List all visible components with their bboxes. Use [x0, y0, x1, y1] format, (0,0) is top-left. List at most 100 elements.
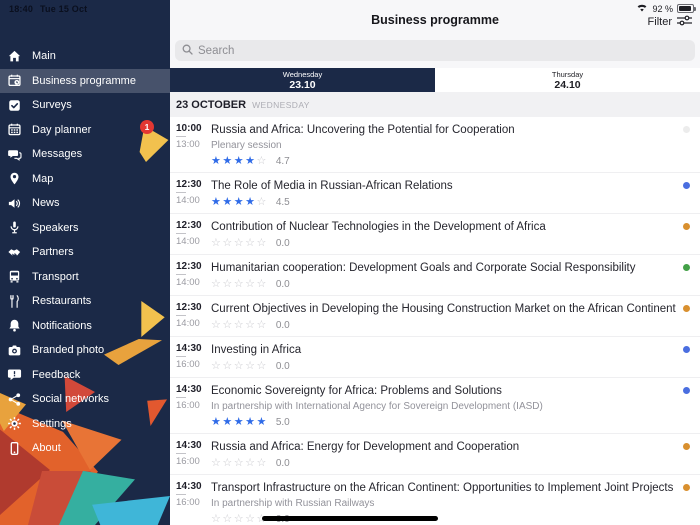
tab-date-label: 23.10 [289, 78, 316, 91]
session-start-time: 12:30 [176, 302, 202, 313]
decor-red-triangle [28, 471, 91, 525]
sidebar-item-label: Settings [32, 417, 72, 430]
rating-value: 4.7 [275, 155, 290, 167]
session-end-time: 13:00 [176, 139, 200, 150]
filter-sliders-icon [677, 14, 692, 30]
sidebar-item-settings[interactable]: Settings [0, 412, 170, 437]
branded-photo-icon [6, 342, 22, 358]
session-title: Investing in Africa [211, 344, 302, 356]
session-row[interactable]: 14:30 16:00 Russia and Africa: Energy fo… [170, 434, 700, 475]
search-input[interactable] [198, 44, 688, 57]
search-icon [182, 42, 193, 60]
time-range-dash [176, 356, 186, 357]
sidebar-item-messages[interactable]: Messages [0, 142, 170, 167]
sidebar-item-business-programme[interactable]: Business programme [0, 68, 170, 93]
sidebar-item-news[interactable]: News [0, 191, 170, 216]
sidebar-item-main[interactable]: Main [0, 44, 170, 69]
decor-teal-triangle [59, 470, 135, 525]
session-row[interactable]: 12:30 14:00 Current Objectives in Develo… [170, 296, 700, 337]
home-indicator[interactable] [262, 516, 438, 521]
session-rating[interactable]: ☆☆☆☆☆ 0.0 [211, 237, 676, 249]
session-title: Humanitarian cooperation: Development Go… [211, 262, 636, 274]
sidebar-item-label: Speakers [32, 221, 79, 234]
session-end-time: 14:00 [176, 195, 200, 206]
rating-stars-empty: ☆☆☆☆☆ [211, 360, 268, 372]
search-bar[interactable] [175, 40, 695, 61]
sidebar-item-label: News [32, 197, 60, 210]
session-list: 10:00 13:00 Russia and Africa: Uncoverin… [170, 117, 700, 525]
session-start-time: 14:30 [176, 440, 202, 451]
session-rating[interactable]: ☆☆☆☆☆ 0.0 [211, 278, 676, 290]
filter-button[interactable]: Filter [648, 14, 692, 30]
rating-stars-empty: ☆ [256, 196, 268, 208]
rating-stars-filled: ★★★★ [211, 196, 257, 208]
session-row[interactable]: 12:30 14:00 Humanitarian cooperation: De… [170, 255, 700, 296]
tab-wednesday[interactable]: Wednesday 23.10 [170, 68, 435, 92]
rating-value: 0.0 [275, 319, 290, 331]
sidebar-item-label: Surveys [32, 99, 72, 112]
session-rating[interactable]: ☆☆☆☆☆ 0.0 [211, 360, 676, 372]
sidebar-item-partners[interactable]: Partners [0, 240, 170, 265]
session-rating[interactable]: ☆☆☆☆☆ 0.0 [211, 457, 676, 469]
session-rating[interactable]: ☆☆☆☆☆ 0.0 [211, 319, 676, 331]
sidebar-item-restaurants[interactable]: Restaurants [0, 289, 170, 314]
sidebar-item-map[interactable]: Map [0, 167, 170, 192]
sidebar-item-day-planner[interactable]: Day planner 1 [0, 118, 170, 143]
sidebar-item-label: Restaurants [32, 295, 92, 308]
sidebar-item-transport[interactable]: Transport [0, 265, 170, 290]
date-tabs: Wednesday 23.10 Thursday 24.10 [170, 68, 700, 92]
session-end-time: 14:00 [176, 277, 200, 288]
session-status-dot [683, 223, 690, 230]
sidebar: 18:40 Tue 15 Oct Main Business programme … [0, 0, 170, 525]
time-range-dash [176, 315, 186, 316]
tab-thursday[interactable]: Thursday 24.10 [435, 68, 700, 92]
sidebar-item-feedback[interactable]: Feedback [0, 363, 170, 388]
session-start-time: 12:30 [176, 179, 202, 190]
session-title: Contribution of Nuclear Technologies in … [211, 221, 546, 233]
settings-icon [6, 416, 22, 432]
rating-value: 4.5 [275, 196, 290, 208]
time-range-dash [176, 453, 186, 454]
rating-stars-empty: ☆☆☆☆☆ [211, 457, 268, 469]
session-row[interactable]: 14:30 16:00 Investing in Africa ☆☆☆☆☆ 0.… [170, 337, 700, 378]
tab-day-label: Wednesday [282, 69, 323, 79]
sidebar-item-label: Social networks [32, 393, 110, 406]
session-title: The Role of Media in Russian-African Rel… [211, 180, 453, 192]
rating-value: 0.0 [275, 457, 290, 469]
status-bar-left: 18:40 Tue 15 Oct [9, 4, 94, 14]
session-end-time: 16:00 [176, 497, 200, 508]
status-date: Tue 15 Oct [40, 4, 88, 14]
sidebar-item-label: Messages [32, 148, 83, 161]
top-bar: 92 % Business programme Filter [170, 0, 700, 68]
session-status-dot [683, 443, 690, 450]
session-rating[interactable]: ★★★★ ☆ 4.7 [211, 155, 676, 167]
sidebar-item-branded-photo[interactable]: Branded photo [0, 338, 170, 363]
session-subtitle: In partnership with Russian Railways [211, 498, 375, 509]
session-time: 14:30 16:00 [176, 342, 203, 372]
session-status-dot [683, 484, 690, 491]
session-row[interactable]: 10:00 13:00 Russia and Africa: Uncoverin… [170, 117, 700, 173]
session-time: 14:30 16:00 [176, 383, 203, 428]
sidebar-item-social-networks[interactable]: Social networks [0, 387, 170, 412]
sidebar-item-notifications[interactable]: Notifications [0, 314, 170, 339]
rating-stars-empty: ☆☆☆☆☆ [211, 319, 268, 331]
session-row[interactable]: 12:30 14:00 The Role of Media in Russian… [170, 173, 700, 214]
main-content: 92 % Business programme Filter Wednesday… [170, 0, 700, 525]
transport-icon [6, 269, 22, 285]
rating-value: 5.0 [275, 416, 290, 428]
session-rating[interactable]: ★★★★★ 5.0 [211, 416, 676, 428]
session-row[interactable]: 14:30 16:00 Economic Sovereignty for Afr… [170, 378, 700, 434]
session-row[interactable]: 12:30 14:00 Contribution of Nuclear Tech… [170, 214, 700, 255]
sidebar-item-about[interactable]: About [0, 436, 170, 461]
sidebar-item-surveys[interactable]: Surveys [0, 93, 170, 118]
rating-value: 0.0 [275, 237, 290, 249]
home-icon [6, 48, 22, 64]
rating-stars-empty: ☆☆☆☆☆ [211, 278, 268, 290]
session-status-dot [683, 387, 690, 394]
day-planner-icon [6, 122, 22, 138]
sidebar-item-label: Transport [32, 270, 79, 283]
session-rating[interactable]: ★★★★ ☆ 4.5 [211, 196, 676, 208]
time-range-dash [176, 397, 186, 398]
sidebar-item-speakers[interactable]: Speakers [0, 216, 170, 241]
sidebar-item-label: Notifications [32, 319, 92, 332]
